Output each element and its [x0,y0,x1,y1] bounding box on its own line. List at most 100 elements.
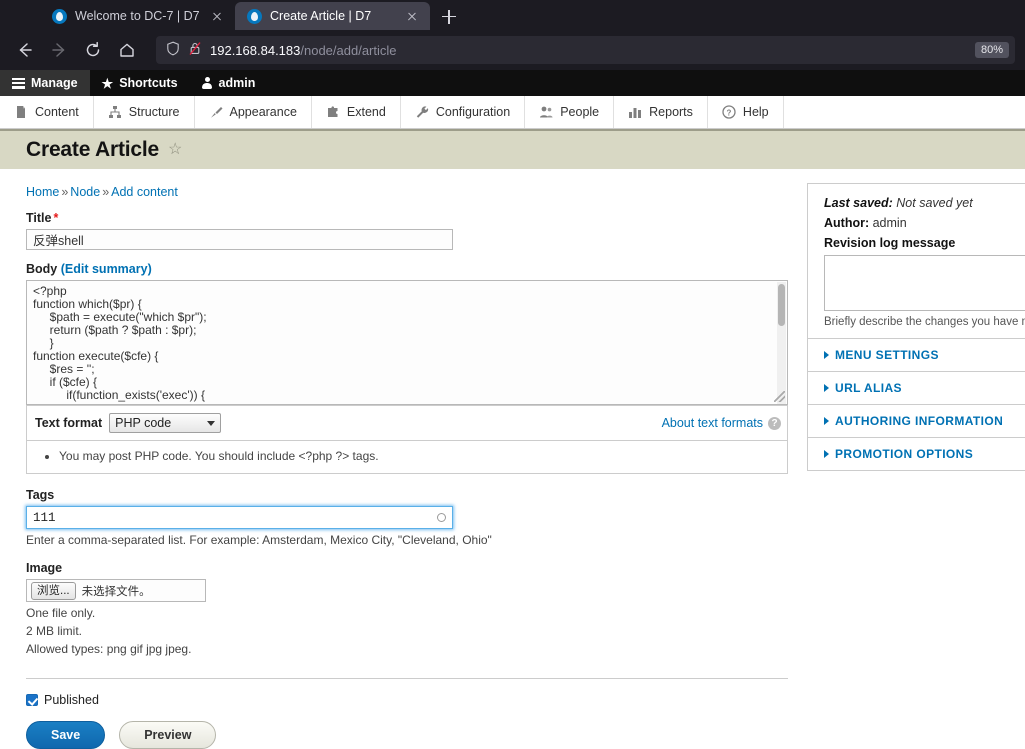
image-field-group: Image 浏览... 未选择文件。 One file only. 2 MB l… [26,561,807,656]
body-textarea[interactable]: <?php function which($pr) { $path = exec… [26,280,788,405]
edit-summary-link[interactable]: (Edit summary) [61,262,152,276]
tab-title: Welcome to DC-7 | D7 [75,9,200,23]
author-label: Author: [824,216,870,230]
new-tab-button[interactable] [434,2,464,30]
zoom-level-badge[interactable]: 80% [974,42,1009,58]
forward-arrow-icon[interactable] [44,35,74,65]
menu-item-label: Extend [346,105,386,119]
accordion-menu-settings[interactable]: MENU SETTINGS [807,339,1025,372]
star-icon: ★ [101,75,114,91]
tip-item: You may post PHP code. You should includ… [59,449,779,463]
tags-input[interactable]: 111 [26,506,453,529]
admin-toolbar-user[interactable]: admin [190,70,268,96]
text-format-help: About text formats ? [662,416,781,430]
breadcrumb-link-home[interactable]: Home [26,185,59,199]
accordion-authoring-information[interactable]: AUTHORING INFORMATION [807,405,1025,438]
menu-item-label: Appearance [229,105,297,119]
browser-chrome: Welcome to DC-7 | D7 Create Article | D7 [0,0,1025,70]
divider [26,678,788,679]
back-arrow-icon[interactable] [10,35,40,65]
form-actions: Save Preview [26,721,807,749]
chevron-right-icon [824,351,829,359]
text-format-selected-value: PHP code [115,416,172,430]
browse-button[interactable]: 浏览... [31,581,76,600]
admin-toolbar-manage[interactable]: Manage [0,70,90,96]
menu-item-configuration[interactable]: Configuration [401,96,526,128]
puzzle-icon [326,105,340,119]
author-row: Author: admin [824,216,1025,230]
reload-icon[interactable] [78,35,108,65]
textarea-scrollbar[interactable] [777,282,786,404]
menu-item-appearance[interactable]: Appearance [195,96,312,128]
published-checkbox-row[interactable]: Published [26,693,807,707]
document-icon [14,105,28,119]
people-icon [539,105,553,119]
close-icon[interactable] [209,8,225,24]
image-file-input[interactable]: 浏览... 未选择文件。 [26,579,206,602]
admin-toolbar-label: Shortcuts [119,76,178,90]
required-marker: * [53,211,59,225]
preview-button[interactable]: Preview [119,721,217,749]
drupal-admin-toolbar: Manage ★ Shortcuts admin [0,70,1025,96]
page-header: Create Article ☆ [0,129,1025,169]
breadcrumb-link-node[interactable]: Node [70,185,100,199]
text-format-tips: You may post PHP code. You should includ… [27,440,787,473]
drupal-droplet-icon [52,8,67,24]
file-status-text: 未选择文件。 [81,585,151,598]
menu-item-reports[interactable]: Reports [614,96,708,128]
title-field-group: Title * 反弹shell [26,211,807,250]
body-label-text: Body [26,262,58,276]
menu-item-extend[interactable]: Extend [312,96,401,128]
autocomplete-throbber-icon [437,513,446,522]
revision-log-help: Briefly describe the changes you have m [824,316,1025,328]
accordion-url-alias[interactable]: URL ALIAS [807,372,1025,405]
page-title: Create Article [26,138,159,161]
menu-item-content[interactable]: Content [0,96,94,128]
chevron-right-icon [824,417,829,425]
image-description-1: One file only. [26,606,96,620]
text-format-row: Text format PHP code About text formats … [27,406,789,440]
about-text-formats-link[interactable]: About text formats [662,416,763,430]
published-checkbox[interactable] [26,694,38,706]
chevron-down-icon [207,420,216,426]
url-bar[interactable]: 192.168.84.183/node/add/article 80% [156,36,1015,64]
menu-item-help[interactable]: ? Help [708,96,784,128]
browser-tab-2[interactable]: Create Article | D7 [235,2,430,30]
title-input[interactable]: 反弹shell [26,229,453,250]
admin-toolbar-shortcuts[interactable]: ★ Shortcuts [90,70,190,96]
tab-strip: Welcome to DC-7 | D7 Create Article | D7 [0,0,1025,30]
menu-item-people[interactable]: People [525,96,615,128]
menu-item-label: People [560,105,600,119]
lock-crossed-out-icon[interactable] [188,41,202,59]
accordion-label: URL ALIAS [835,381,902,395]
wrench-icon [415,105,429,119]
tags-label: Tags [26,488,55,502]
browser-tab-1[interactable]: Welcome to DC-7 | D7 [40,2,235,30]
text-format-select[interactable]: PHP code [109,413,222,433]
chevron-right-icon [824,450,829,458]
admin-toolbar-label: Manage [31,76,78,90]
revision-log-textarea[interactable] [824,255,1025,311]
chevron-right-icon [824,384,829,392]
textarea-resize-handle[interactable] [774,391,785,402]
tags-field-group: Tags 111 Enter a comma-separated list. F… [26,488,807,547]
tags-input-value: 111 [33,510,56,525]
navigation-bar: 192.168.84.183/node/add/article 80% [0,30,1025,70]
page-content: Home» Node» Add content Title * 反弹shell Bod… [0,169,1025,749]
star-outline-icon[interactable]: ☆ [168,142,182,158]
question-mark-icon[interactable]: ? [768,416,781,430]
text-format-wrapper: Text format PHP code About text formats … [26,405,788,474]
author-value: admin [872,216,907,230]
save-button[interactable]: Save [26,721,106,749]
svg-text:?: ? [726,108,731,117]
menu-item-structure[interactable]: Structure [94,96,195,128]
breadcrumb-link-add-content[interactable]: Add content [111,185,178,199]
home-icon[interactable] [112,35,142,65]
revision-log-label: Revision log message [824,236,956,250]
drupal-menu-bar: Content Structure Appearance Extend Conf… [0,96,1025,129]
shield-icon[interactable] [166,41,180,59]
last-saved-row: Last saved: Not saved yet [824,196,1025,210]
close-icon[interactable] [404,8,420,24]
accordion-promotion-options[interactable]: PROMOTION OPTIONS [807,438,1025,471]
last-saved-label: Last saved: [824,196,893,210]
